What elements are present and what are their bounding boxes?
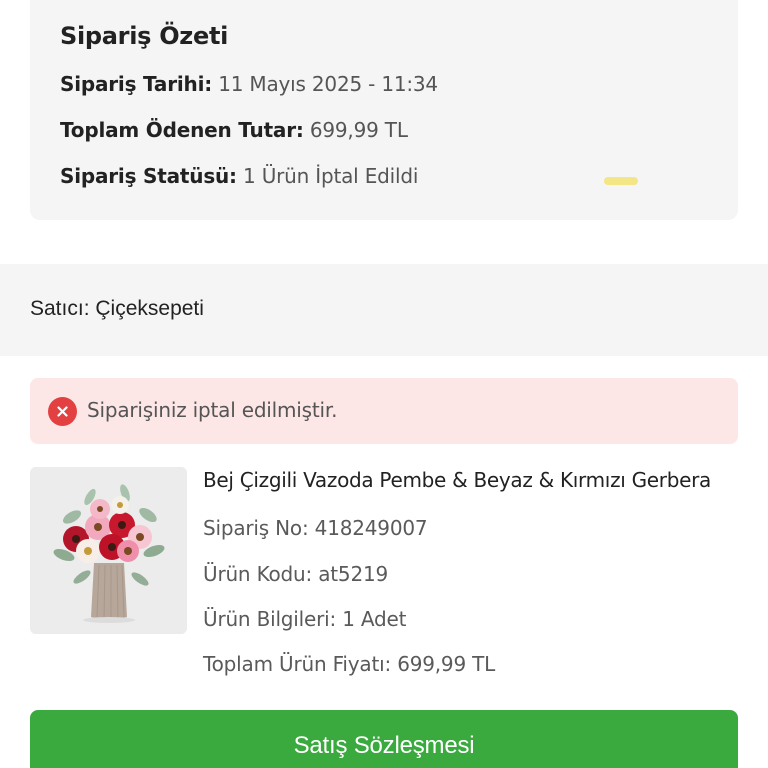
cancel-alert: Siparişiniz iptal edilmiştir. [30,378,738,444]
sales-contract-label: Satış Sözleşmesi [293,732,475,759]
product-code-value: at5219 [318,562,389,586]
seller-name: Çiçeksepeti [95,297,204,320]
order-summary-card: Sipariş Özeti Sipariş Tarihi: 11 Mayıs 2… [30,0,738,220]
seller-band: Satıcı: Çiçeksepeti [0,264,768,356]
product-price-label: Toplam Ürün Fiyatı: [203,652,392,676]
order-status-value: 1 Ürün İptal Edildi [243,164,419,188]
product-order-no-row: Sipariş No: 418249007 [203,516,428,540]
order-total-row: Toplam Ödenen Tutar: 699,99 TL [60,118,408,142]
gerbera-bouquet-image [30,467,187,634]
order-total-label: Toplam Ödenen Tutar: [60,118,304,142]
sales-contract-button[interactable]: Satış Sözleşmesi [30,710,738,768]
highlight-mark [604,177,638,185]
order-status-row: Sipariş Statüsü: 1 Ürün İptal Edildi [60,164,418,188]
product-price-row: Toplam Ürün Fiyatı: 699,99 TL [203,652,495,676]
product-code-label: Ürün Kodu: [203,562,313,586]
cancel-alert-text: Siparişiniz iptal edilmiştir. [87,398,338,422]
product-info-row: Ürün Bilgileri: 1 Adet [203,607,406,631]
order-detail-page: Sipariş Özeti Sipariş Tarihi: 11 Mayıs 2… [0,0,768,768]
close-circle-icon [48,397,77,426]
product-order-no-value: 418249007 [314,516,428,540]
order-status-label: Sipariş Statüsü: [60,164,237,188]
order-date-label: Sipariş Tarihi: [60,72,213,96]
product-info-value: 1 Adet [342,607,407,631]
order-total-value: 699,99 TL [309,118,408,142]
product-order-no-label: Sipariş No: [203,516,309,540]
order-date-value: 11 Mayıs 2025 - 11:34 [218,72,438,96]
order-summary-title: Sipariş Özeti [60,22,229,50]
product-price-value: 699,99 TL [397,652,496,676]
product-image[interactable] [30,467,187,634]
order-date-row: Sipariş Tarihi: 11 Mayıs 2025 - 11:34 [60,72,438,96]
product-code-row: Ürün Kodu: at5219 [203,562,388,586]
seller-label: Satıcı: [30,297,90,320]
product-name[interactable]: Bej Çizgili Vazoda Pembe & Beyaz & Kırmı… [203,468,711,492]
product-info-label: Ürün Bilgileri: [203,607,337,631]
seller-row: Satıcı: Çiçeksepeti [30,297,204,321]
